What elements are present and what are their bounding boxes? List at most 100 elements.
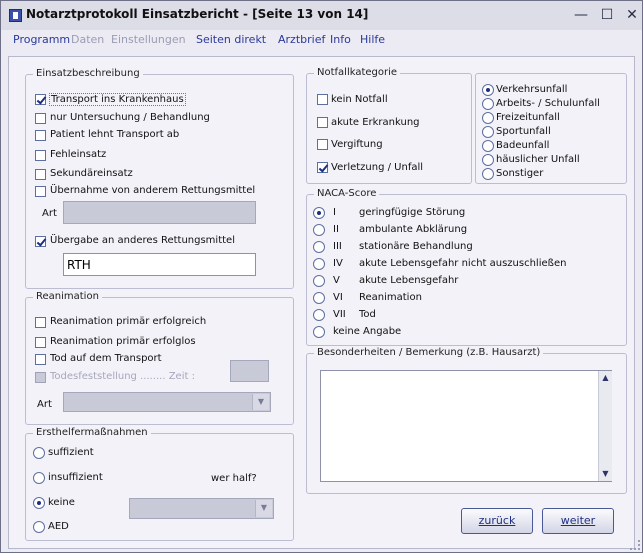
akute-erkrankung-checkbox[interactable] (317, 117, 328, 128)
naca-num-2: II (333, 224, 339, 235)
minimize-button[interactable]: — (572, 6, 590, 24)
insuffizient-label: insuffizient (48, 472, 103, 483)
zurueck-button[interactable]: zurück (461, 508, 533, 534)
unfall-radio-0[interactable] (482, 84, 494, 96)
naca-text-6: Reanimation (359, 292, 422, 303)
menu-programm[interactable]: Programm (13, 33, 70, 46)
app-window: Notarztprotokoll Einsatzbericht - [Seite… (0, 0, 643, 553)
menu-bar: Programm Daten Einstellungen Seiten dire… (1, 30, 642, 52)
verletzung-checkbox[interactable] (317, 162, 328, 173)
menu-seiten-direkt[interactable]: Seiten direkt (196, 33, 266, 46)
naca-num-4: IV (333, 258, 343, 269)
fehleinsatz-checkbox[interactable] (35, 150, 46, 161)
naca-radio-keine[interactable] (313, 326, 325, 338)
unfall-label-3: Sportunfall (496, 126, 551, 137)
menu-hilfe[interactable]: Hilfe (360, 33, 385, 46)
todesfeststellung-checkbox (35, 372, 46, 383)
form-panel: Einsatzbeschreibung Transport ins Kranke… (8, 56, 635, 549)
todeszeit-field (230, 360, 269, 382)
scroll-down-icon[interactable]: ▼ (599, 467, 612, 481)
rea-erfolgreich-checkbox[interactable] (35, 317, 46, 328)
unfall-radio-4[interactable] (482, 140, 494, 152)
transport-checkbox[interactable] (35, 94, 46, 105)
naca-radio-5[interactable] (313, 275, 325, 287)
unfall-radio-2[interactable] (482, 112, 494, 124)
naca-num-7: VII (333, 309, 346, 320)
unfall-radio-1[interactable] (482, 98, 494, 110)
uebernahme-art-field (63, 201, 256, 224)
untersuchung-checkbox[interactable] (35, 113, 46, 124)
uebergabe-label: Übergabe an anderes Rettungsmittel (50, 235, 235, 246)
naca-radio-4[interactable] (313, 258, 325, 270)
naca-group: NACA-Score I geringfügige Störung II amb… (306, 188, 627, 346)
keine-label: keine (48, 497, 75, 508)
uebernahme-label: Übernahme von anderem Rettungsmittel (50, 185, 256, 196)
naca-text-4: akute Lebensgefahr nicht auszuschließen (359, 258, 567, 269)
unfall-label-6: Sonstiger (496, 168, 544, 179)
naca-num-5: V (333, 275, 340, 286)
notfall-group: Notfallkategorie kein Notfall akute Erkr… (306, 67, 472, 184)
wer-half-label: wer half? (211, 473, 257, 484)
aed-radio[interactable] (33, 521, 45, 533)
window-title: Notarztprotokoll Einsatzbericht - [Seite… (26, 7, 369, 21)
unfall-label-1: Arbeits- / Schulunfall (496, 98, 600, 109)
naca-radio-1[interactable] (313, 207, 325, 219)
uebernahme-art-label: Art (42, 208, 57, 219)
zurueck-button-label: zurück (478, 514, 516, 527)
scroll-up-icon[interactable]: ▲ (599, 371, 612, 385)
naca-text-2: ambulante Abklärung (359, 224, 468, 235)
bemerkung-scrollbar[interactable]: ▲ ▼ (598, 371, 612, 481)
menu-info[interactable]: Info (330, 33, 351, 46)
unfall-radio-5[interactable] (482, 154, 494, 166)
vergiftung-checkbox[interactable] (317, 139, 328, 150)
naca-radio-3[interactable] (313, 241, 325, 253)
verletzung-label: Verletzung / Unfall (331, 162, 424, 173)
menu-arztbrief[interactable]: Arztbrief (278, 33, 325, 46)
unfall-label-4: Badeunfall (496, 140, 550, 151)
rea-erfolglos-checkbox[interactable] (35, 337, 46, 348)
todesfeststellung-label: Todesfeststellung ........ Zeit : (50, 371, 195, 382)
unfall-radio-3[interactable] (482, 126, 494, 138)
lehnt-ab-checkbox[interactable] (35, 130, 46, 141)
vergiftung-label: Vergiftung (331, 139, 383, 150)
kein-notfall-checkbox[interactable] (317, 94, 328, 105)
weiter-button[interactable]: weiter (542, 508, 614, 534)
notfall-group-title: Notfallkategorie (314, 67, 401, 78)
unfall-label-2: Freizeitunfall (496, 112, 560, 123)
reanimation-group: Reanimation Reanimation primär erfolgrei… (25, 291, 294, 425)
naca-group-title: NACA-Score (314, 188, 380, 199)
unfall-label-5: häuslicher Unfall (496, 154, 580, 165)
unfall-radio-6[interactable] (482, 168, 494, 180)
menu-daten: Daten (71, 33, 105, 46)
title-bar[interactable]: Notarztprotokoll Einsatzbericht - [Seite… (1, 1, 642, 30)
reanimation-art-label: Art (37, 399, 52, 410)
uebergabe-rettungsmittel-input[interactable]: RTH (63, 253, 256, 276)
naca-radio-6[interactable] (313, 292, 325, 304)
einsatz-group-title: Einsatzbeschreibung (33, 68, 143, 79)
bemerkung-textarea[interactable] (320, 370, 612, 482)
rea-erfolglos-label: Reanimation primär erfolglos (50, 336, 196, 347)
einsatz-group: Einsatzbeschreibung Transport ins Kranke… (25, 68, 294, 289)
reanimation-art-select: ▼ (63, 392, 271, 412)
sekundaer-checkbox[interactable] (35, 169, 46, 180)
fehleinsatz-label: Fehleinsatz (50, 149, 107, 160)
transport-label: Transport ins Krankenhaus (49, 93, 186, 106)
uebernahme-checkbox[interactable] (35, 186, 46, 197)
close-button[interactable]: ✕ (623, 6, 641, 24)
rea-erfolgreich-label: Reanimation primär erfolgreich (50, 316, 207, 327)
resize-grip[interactable] (630, 540, 640, 550)
ersthelfer-group: Ersthelfermaßnahmen suffizient insuffizi… (25, 427, 294, 541)
bemerkung-group-title: Besonderheiten / Bemerkung (z.B. Hausarz… (314, 347, 544, 358)
maximize-button[interactable]: ☐ (598, 6, 616, 24)
suffizient-radio[interactable] (33, 447, 45, 459)
naca-num-6: VI (333, 292, 343, 303)
keine-radio[interactable] (33, 497, 45, 509)
menu-einstellungen: Einstellungen (111, 33, 186, 46)
tod-transport-label: Tod auf dem Transport (50, 353, 162, 364)
uebergabe-checkbox[interactable] (35, 236, 46, 247)
chevron-down-icon: ▼ (252, 394, 269, 410)
tod-transport-checkbox[interactable] (35, 354, 46, 365)
insuffizient-radio[interactable] (33, 472, 45, 484)
naca-radio-7[interactable] (313, 309, 325, 321)
naca-radio-2[interactable] (313, 224, 325, 236)
